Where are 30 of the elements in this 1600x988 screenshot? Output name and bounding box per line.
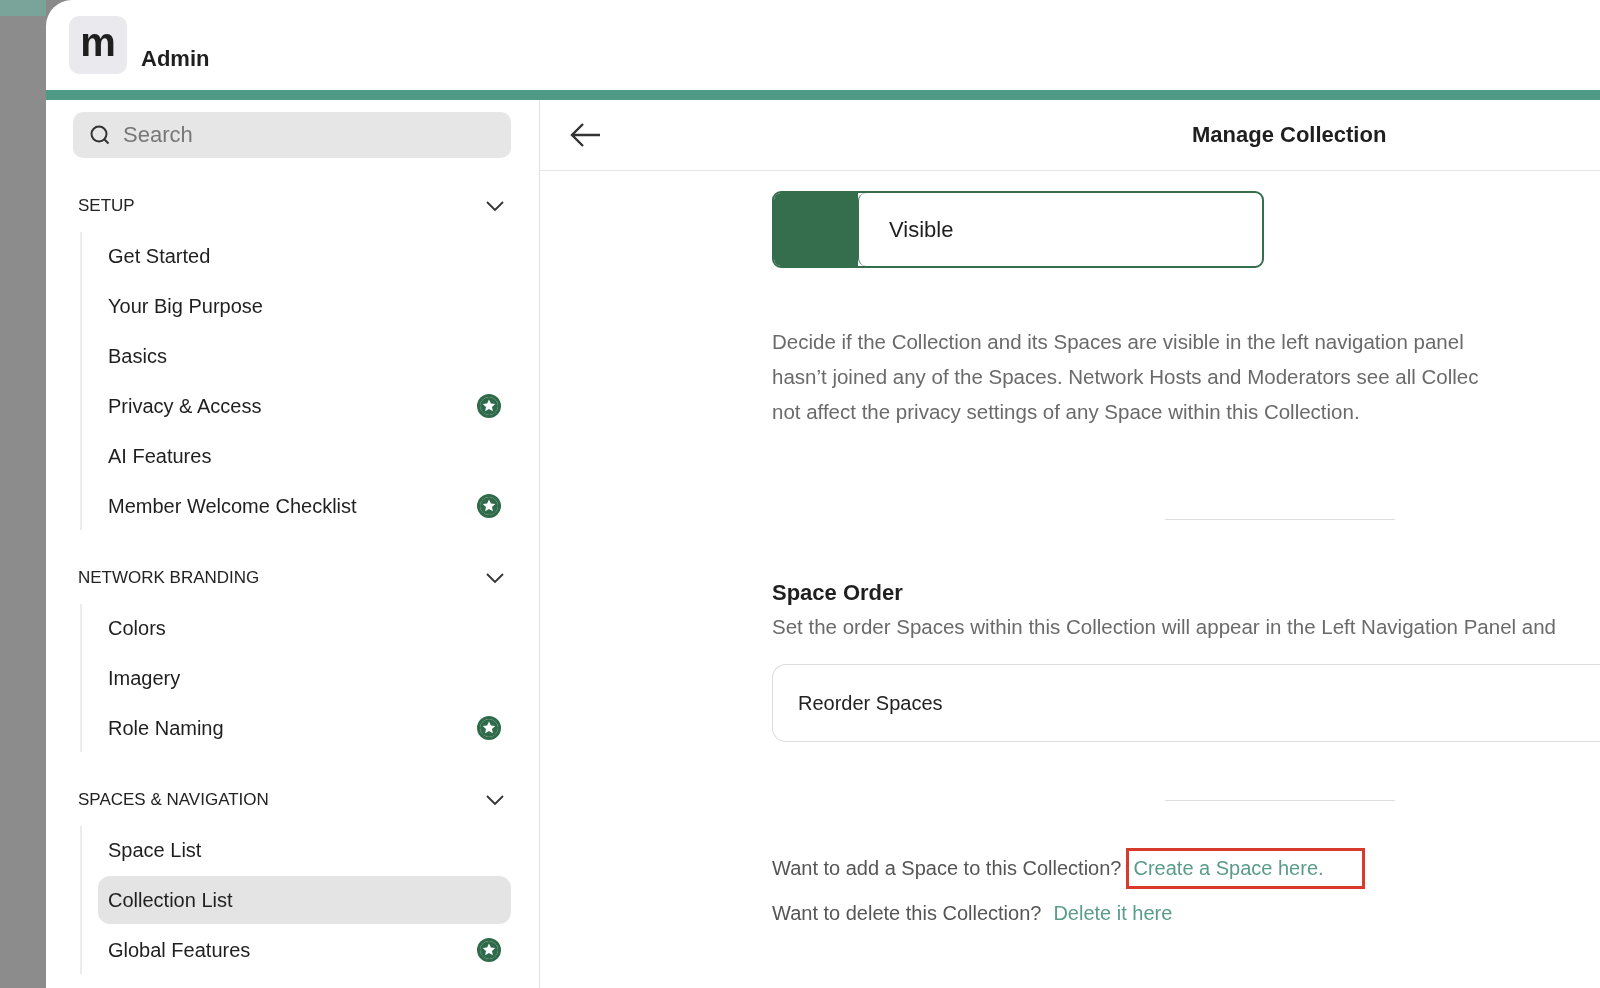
sidebar-item[interactable]: Global Features xyxy=(98,926,511,974)
description-text: Decide if the Collection and its Spaces are visible in the left navigation panel xyxy=(772,329,1465,355)
section-heading: SETUP xyxy=(78,196,135,216)
sidebar-item[interactable]: Your Big Purpose xyxy=(98,282,511,330)
page-title: Manage Collection xyxy=(1192,122,1387,148)
sidebar-item[interactable]: Role Naming xyxy=(98,704,511,752)
search-icon xyxy=(89,124,111,146)
prompt-text: Want to delete this Collection? xyxy=(772,901,1042,925)
prompt-text: Want to add a Space to this Collection? xyxy=(772,856,1122,880)
section-heading: SPACES & NAVIGATION xyxy=(78,790,269,810)
reorder-spaces-button[interactable]: Reorder Spaces xyxy=(772,664,1600,742)
sidebar-item[interactable]: Colors xyxy=(98,604,511,652)
back-arrow-icon[interactable] xyxy=(570,122,602,148)
search-field[interactable]: Search xyxy=(73,112,511,158)
visibility-toggle[interactable]: Visible xyxy=(772,191,1264,268)
sidebar-item[interactable]: Get Started xyxy=(98,232,511,280)
section-title: Space Order xyxy=(772,580,904,606)
sidebar-item[interactable]: Basics xyxy=(98,332,511,380)
section-heading: NETWORK BRANDING xyxy=(78,568,260,588)
description-text: hasn’t joined any of the Spaces. Network Hosts and Moderators see all Collec xyxy=(772,364,1480,390)
description-text: not affect the privacy settings of any Space within this Collection. xyxy=(772,399,1361,425)
sidebar-item[interactable]: Member Welcome Checklist xyxy=(98,482,511,530)
sidebar-item[interactable]: Privacy & Access xyxy=(98,382,511,430)
sidebar-item[interactable]: AI Features xyxy=(98,432,511,480)
admin-title: Admin xyxy=(141,46,210,72)
section-description: Set the order Spaces within this Collection will appear in the Left Navigation Panel and xyxy=(772,614,1557,640)
sidebar-item[interactable]: Space List xyxy=(98,826,511,874)
sidebar-item[interactable]: Collection List xyxy=(98,876,511,924)
sidebar-item[interactable]: Imagery xyxy=(98,654,511,702)
logo: m xyxy=(69,16,127,74)
